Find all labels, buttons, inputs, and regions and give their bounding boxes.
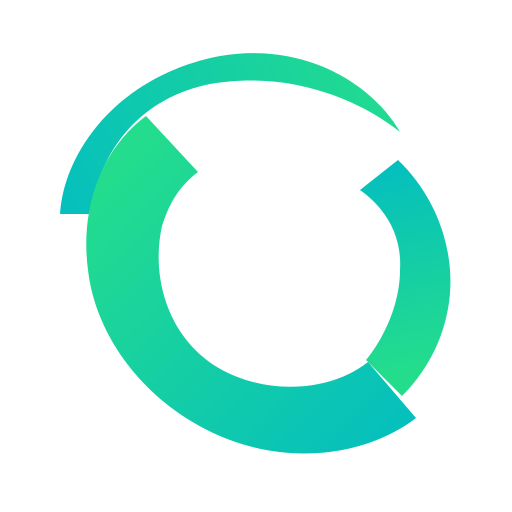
circular-arrows-logo-icon (0, 0, 512, 512)
logo-container (0, 0, 512, 512)
